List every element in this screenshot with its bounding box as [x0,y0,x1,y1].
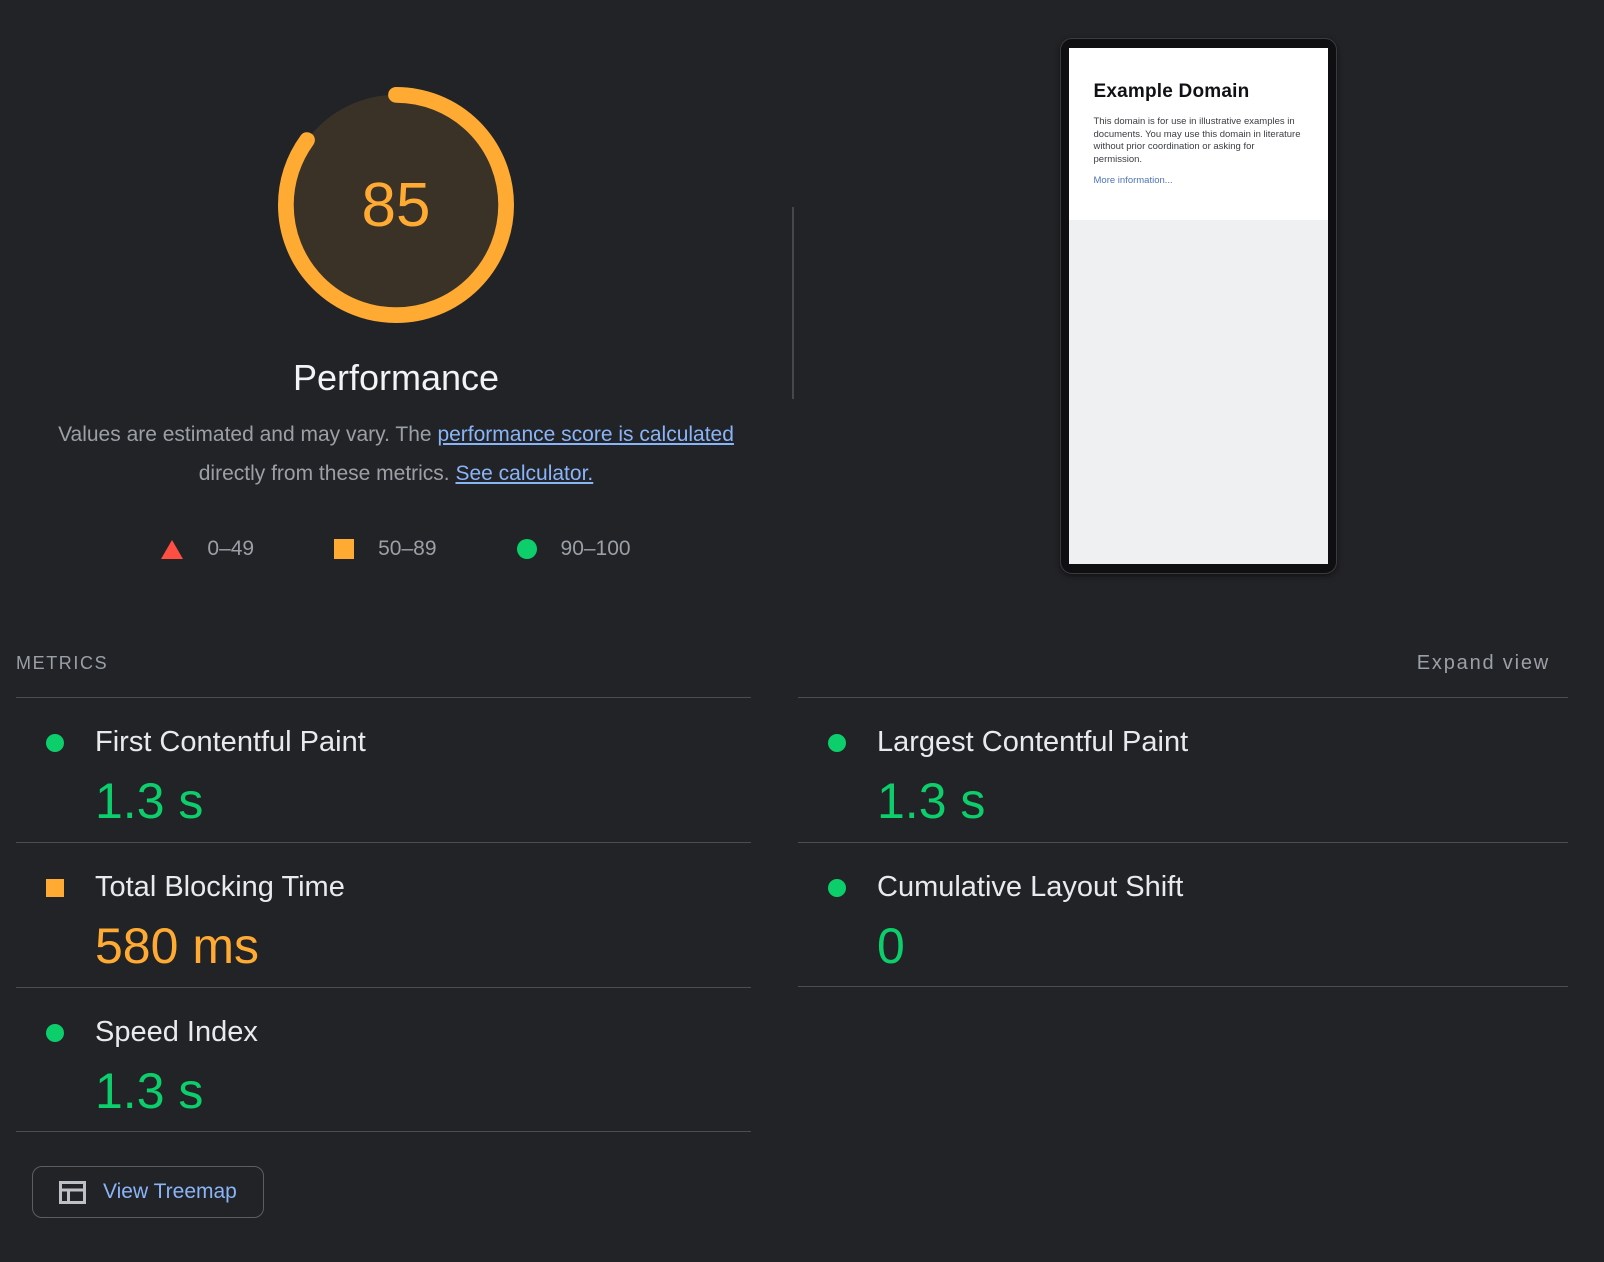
screenshot-page-content: Example Domain This domain is for use in… [1069,48,1328,220]
fail-range-label: 0–49 [207,537,254,561]
average-square-icon [334,539,354,559]
metric-row-first-contentful-paint: First Contentful Paint 1.3 s [16,697,751,842]
screenshot-more-information-link: More information... [1094,175,1304,186]
average-range-label: 50–89 [378,537,436,561]
performance-score-column: 85 Performance Values are estimated and … [0,0,792,574]
metric-label: First Contentful Paint [95,726,366,759]
metrics-grid: First Contentful Paint 1.3 s Total Block… [16,697,1568,1218]
metric-value: 1.3 s [95,1062,258,1120]
legend-item-pass: 90–100 [517,537,631,561]
performance-gauge: 85 [278,87,514,323]
metric-value: 1.3 s [877,772,1188,830]
pass-circle-icon [828,879,846,897]
metric-label: Total Blocking Time [95,871,345,904]
score-section: 85 Performance Values are estimated and … [0,0,1604,574]
metric-row-speed-index: Speed Index 1.3 s [16,987,751,1132]
fail-triangle-icon [161,540,183,559]
screenshot-column: Example Domain This domain is for use in… [792,0,1604,574]
pass-range-label: 90–100 [561,537,631,561]
performance-score-calculated-link[interactable]: performance score is calculated [437,423,733,446]
performance-title: Performance [293,357,499,399]
view-treemap-button[interactable]: View Treemap [32,1166,264,1218]
metric-row-largest-contentful-paint: Largest Contentful Paint 1.3 s [798,697,1568,842]
legend-item-fail: 0–49 [161,537,254,561]
metric-row-cumulative-layout-shift: Cumulative Layout Shift 0 [798,842,1568,987]
pass-circle-icon [828,734,846,752]
metrics-column-right: Largest Contentful Paint 1.3 s Cumulativ… [798,697,1568,1218]
metrics-section-title: METRICS [16,653,108,674]
metric-value: 580 ms [95,917,345,975]
pass-circle-icon [46,734,64,752]
disclaimer-text-before: Values are estimated and may vary. The [58,423,437,446]
metrics-header: METRICS Expand view [0,652,1604,675]
metric-label: Cumulative Layout Shift [877,871,1183,904]
page-screenshot-thumbnail: Example Domain This domain is for use in… [1060,38,1337,574]
view-treemap-label: View Treemap [103,1180,237,1204]
average-square-icon [46,879,64,897]
metric-label: Largest Contentful Paint [877,726,1188,759]
metric-row-total-blocking-time: Total Blocking Time 580 ms [16,842,751,987]
vertical-divider [792,207,794,399]
performance-score-value: 85 [278,87,514,323]
treemap-icon [59,1181,86,1204]
screenshot-page-body: This domain is for use in illustrative e… [1094,116,1304,166]
metric-label: Speed Index [95,1016,258,1049]
pass-circle-icon [46,1024,64,1042]
expand-view-button[interactable]: Expand view [1417,652,1550,675]
score-legend: 0–49 50–89 90–100 [161,537,630,561]
metrics-column-left: First Contentful Paint 1.3 s Total Block… [16,697,751,1218]
screenshot-page-heading: Example Domain [1094,81,1304,103]
pass-circle-icon [517,539,537,559]
disclaimer-text-middle: directly from these metrics. [199,462,456,485]
legend-item-average: 50–89 [334,537,436,561]
see-calculator-link[interactable]: See calculator. [455,462,593,485]
metric-value: 1.3 s [95,772,366,830]
screenshot-page: Example Domain This domain is for use in… [1069,48,1328,564]
disclaimer-text: Values are estimated and may vary. The p… [43,415,749,493]
metric-value: 0 [877,917,1183,975]
